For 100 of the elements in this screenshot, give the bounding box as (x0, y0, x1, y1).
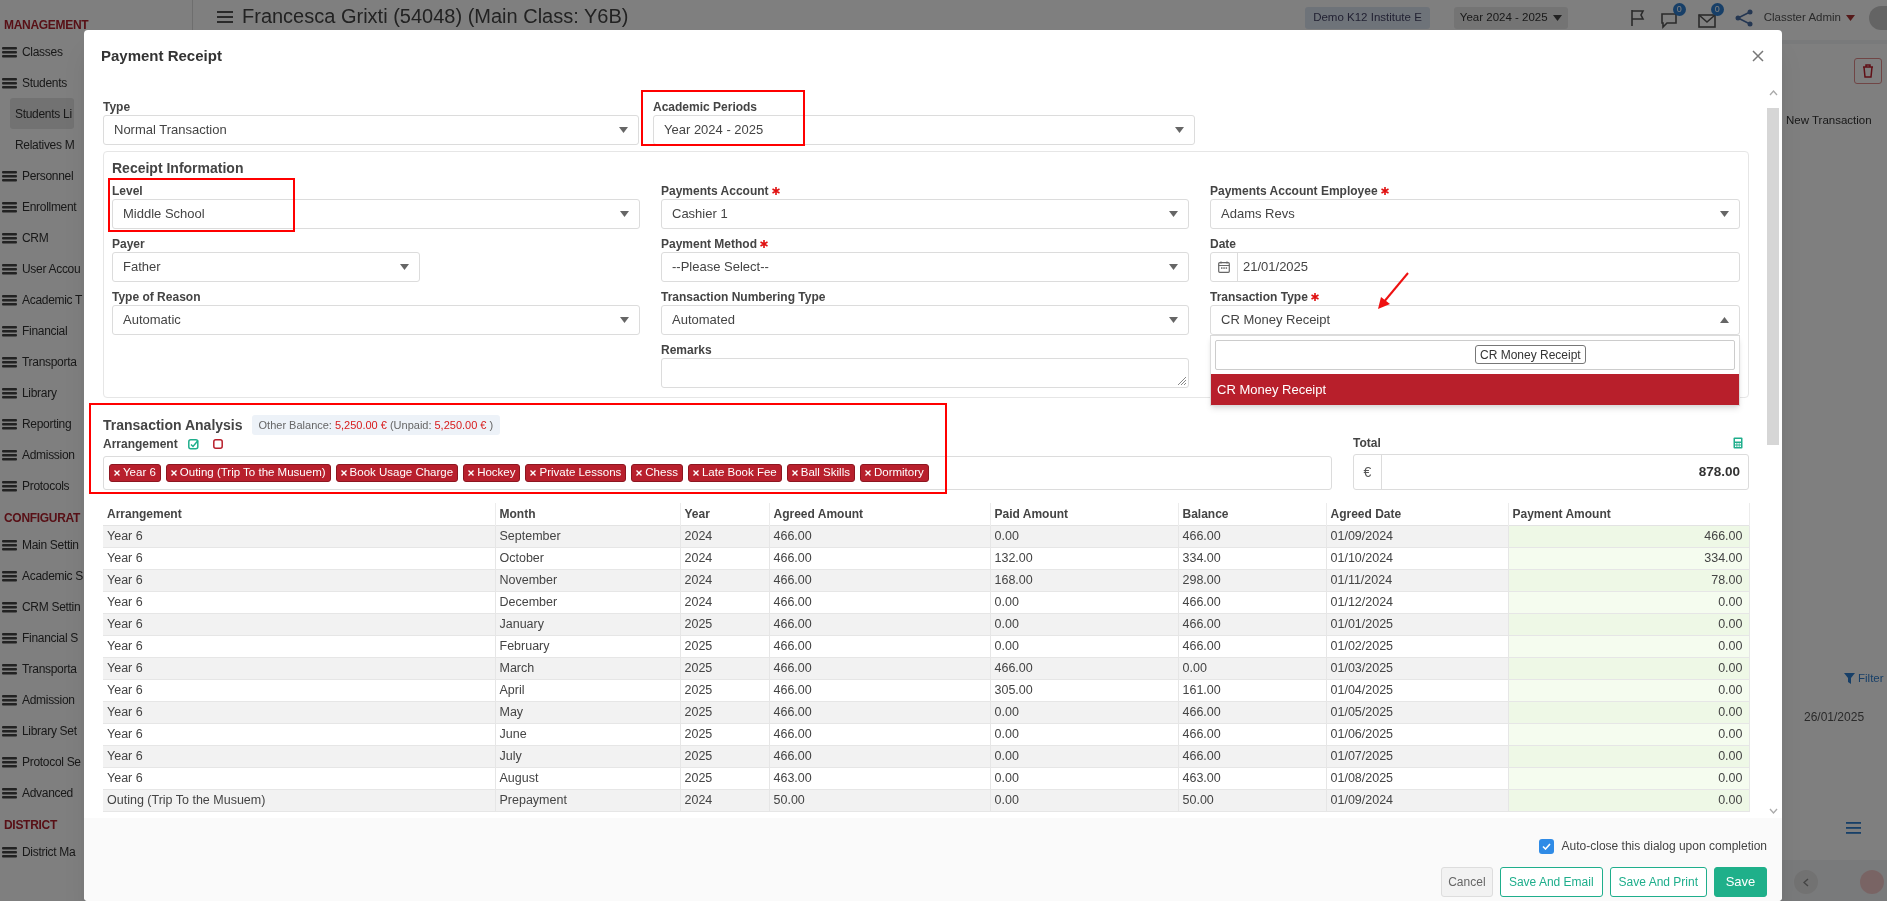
institute-button[interactable]: Demo K12 Institute E (1305, 7, 1430, 29)
table-cell: 305.00 (990, 679, 1178, 701)
sidebar-item[interactable]: Relatives M (10, 129, 77, 160)
table-cell: Outing (Trip To the Musuem) (103, 789, 495, 811)
sidebar-item[interactable]: Students Li (10, 98, 74, 129)
sidebar-item[interactable]: Academic S (0, 560, 84, 591)
search-field[interactable] (1215, 340, 1735, 370)
amount-input[interactable]: 0.00 (1508, 767, 1749, 789)
table-cell: 0.00 (990, 613, 1178, 635)
select-field[interactable]: Father (112, 252, 420, 282)
remove-icon[interactable] (864, 470, 871, 476)
sidebar-item[interactable]: Library Set (0, 715, 77, 746)
checked-box-icon[interactable] (187, 438, 199, 450)
mail-icon (1697, 13, 1716, 29)
sidebar-item[interactable]: Advanced (0, 777, 73, 808)
remove-icon[interactable] (340, 470, 347, 476)
tags-field[interactable]: Year 6 Outing (Trip To the Musuem) Book Usage Charge Hockey Private Lessons Chess Late Book Fee Ball Skills Dormitory (103, 456, 1332, 490)
table-cell: 466.00 (769, 547, 990, 569)
amount-input[interactable]: 0.00 (1508, 591, 1749, 613)
table-cell: 0.00 (990, 701, 1178, 723)
amount-input[interactable]: 0.00 (1508, 745, 1749, 767)
chevron-up-icon[interactable] (1768, 90, 1778, 96)
amount-input[interactable]: 78.00 (1508, 569, 1749, 591)
chevron-down-icon[interactable] (1768, 808, 1778, 814)
select-field[interactable]: Year 2024 - 2025 (653, 115, 1195, 145)
sidebar-item[interactable]: Library (0, 377, 57, 408)
sidebar-item[interactable]: Transporta (0, 346, 77, 377)
amount-input[interactable]: 0.00 (1508, 723, 1749, 745)
sidebar-item[interactable]: Main Settin (0, 529, 79, 560)
tag[interactable]: Ball Skills (786, 464, 855, 482)
remove-icon[interactable] (114, 470, 120, 476)
select-field[interactable]: Middle School (112, 199, 640, 229)
network-icon[interactable] (1733, 9, 1754, 27)
cancel-button[interactable]: Cancel (1440, 867, 1493, 897)
sidebar-item[interactable]: User Accou (0, 253, 81, 284)
remove-icon[interactable] (791, 470, 798, 476)
total-field[interactable]: € 878.00 (1353, 454, 1749, 490)
sidebar-item[interactable]: Transporta (0, 653, 77, 684)
list-icon[interactable] (1846, 822, 1861, 834)
tag[interactable]: Private Lessons (525, 464, 627, 482)
sidebar-item[interactable]: Reporting (0, 408, 72, 439)
amount-input[interactable]: 0.00 (1508, 613, 1749, 635)
new-transaction-button[interactable]: New Transaction (1786, 112, 1872, 130)
filter-icon (1844, 673, 1855, 685)
amount-input[interactable]: 0.00 (1508, 789, 1749, 811)
delete-button[interactable] (1854, 58, 1882, 84)
sidebar-item[interactable]: CRM (0, 222, 49, 253)
amount-input[interactable]: 0.00 (1508, 635, 1749, 657)
sidebar-item[interactable]: Students (0, 67, 67, 98)
user-menu[interactable]: Classter Admin (1763, 9, 1855, 27)
sidebar-item[interactable]: Protocol Se (0, 746, 81, 777)
remove-icon[interactable] (692, 470, 699, 476)
tag[interactable]: Year 6 (109, 464, 161, 482)
tag[interactable]: Dormitory (859, 464, 929, 482)
checkbox[interactable] (1538, 838, 1554, 854)
select-field[interactable]: Adams Revs (1210, 199, 1740, 229)
amount-input[interactable]: 0.00 (1508, 679, 1749, 701)
bars-icon (2, 293, 17, 306)
select-field[interactable]: --Please Select-- (661, 252, 1189, 282)
tag[interactable]: Late Book Fee (687, 464, 782, 482)
date-field[interactable]: 21/01/2025 (1210, 252, 1740, 282)
tag[interactable]: Book Usage Charge (335, 464, 459, 482)
sidebar-item[interactable]: Admission (0, 439, 75, 470)
table-cell: 466.00 (1178, 525, 1326, 547)
select-field[interactable]: Automatic (112, 305, 640, 335)
year-selector[interactable]: Year 2024 - 2025 (1453, 7, 1568, 29)
sidebar-item[interactable]: CRM Settin (0, 591, 81, 622)
empty-box-icon[interactable] (212, 439, 223, 449)
select-field[interactable]: Cashier 1 (661, 199, 1189, 229)
sidebar-item[interactable]: Academic T (0, 284, 83, 315)
amount-input[interactable]: 0.00 (1508, 657, 1749, 679)
bars-icon (2, 386, 17, 399)
sidebar-item[interactable]: District Ma (0, 836, 76, 867)
sidebar-item[interactable]: Financial (0, 315, 68, 346)
sidebar-item[interactable]: Admission (0, 684, 75, 715)
remove-icon[interactable] (170, 470, 177, 476)
remove-icon[interactable] (636, 470, 643, 476)
field-label: Level (112, 184, 143, 198)
tag[interactable]: Chess (631, 464, 683, 482)
sidebar-item[interactable]: Financial S (0, 622, 79, 653)
amount-input[interactable]: 334.00 (1508, 547, 1749, 569)
sidebar-item[interactable]: Enrollment (0, 191, 77, 222)
tag[interactable]: Hockey (463, 464, 521, 482)
dropdown-option[interactable]: CR Money Receipt (1211, 374, 1739, 405)
select-field[interactable]: Normal Transaction (103, 115, 639, 145)
section-title: DISTRICT (3, 817, 57, 834)
sidebar-item[interactable]: Personnel (0, 160, 74, 191)
remove-icon[interactable] (530, 470, 537, 476)
close-icon[interactable] (1752, 50, 1764, 62)
remove-icon[interactable] (468, 470, 475, 476)
select-field[interactable]: Automated (661, 305, 1189, 335)
sidebar-item[interactable]: Protocols (0, 470, 70, 501)
tag[interactable]: Outing (Trip To the Musuem) (165, 464, 331, 482)
calculator-icon[interactable] (1733, 437, 1743, 449)
menu-icon[interactable] (217, 11, 233, 23)
amount-input[interactable]: 466.00 (1508, 525, 1749, 547)
amount-input[interactable]: 0.00 (1508, 701, 1749, 723)
scrollbar-thumb[interactable] (1767, 108, 1779, 445)
sidebar-item[interactable]: Classes (0, 36, 63, 67)
flag-icon[interactable] (1629, 9, 1646, 27)
